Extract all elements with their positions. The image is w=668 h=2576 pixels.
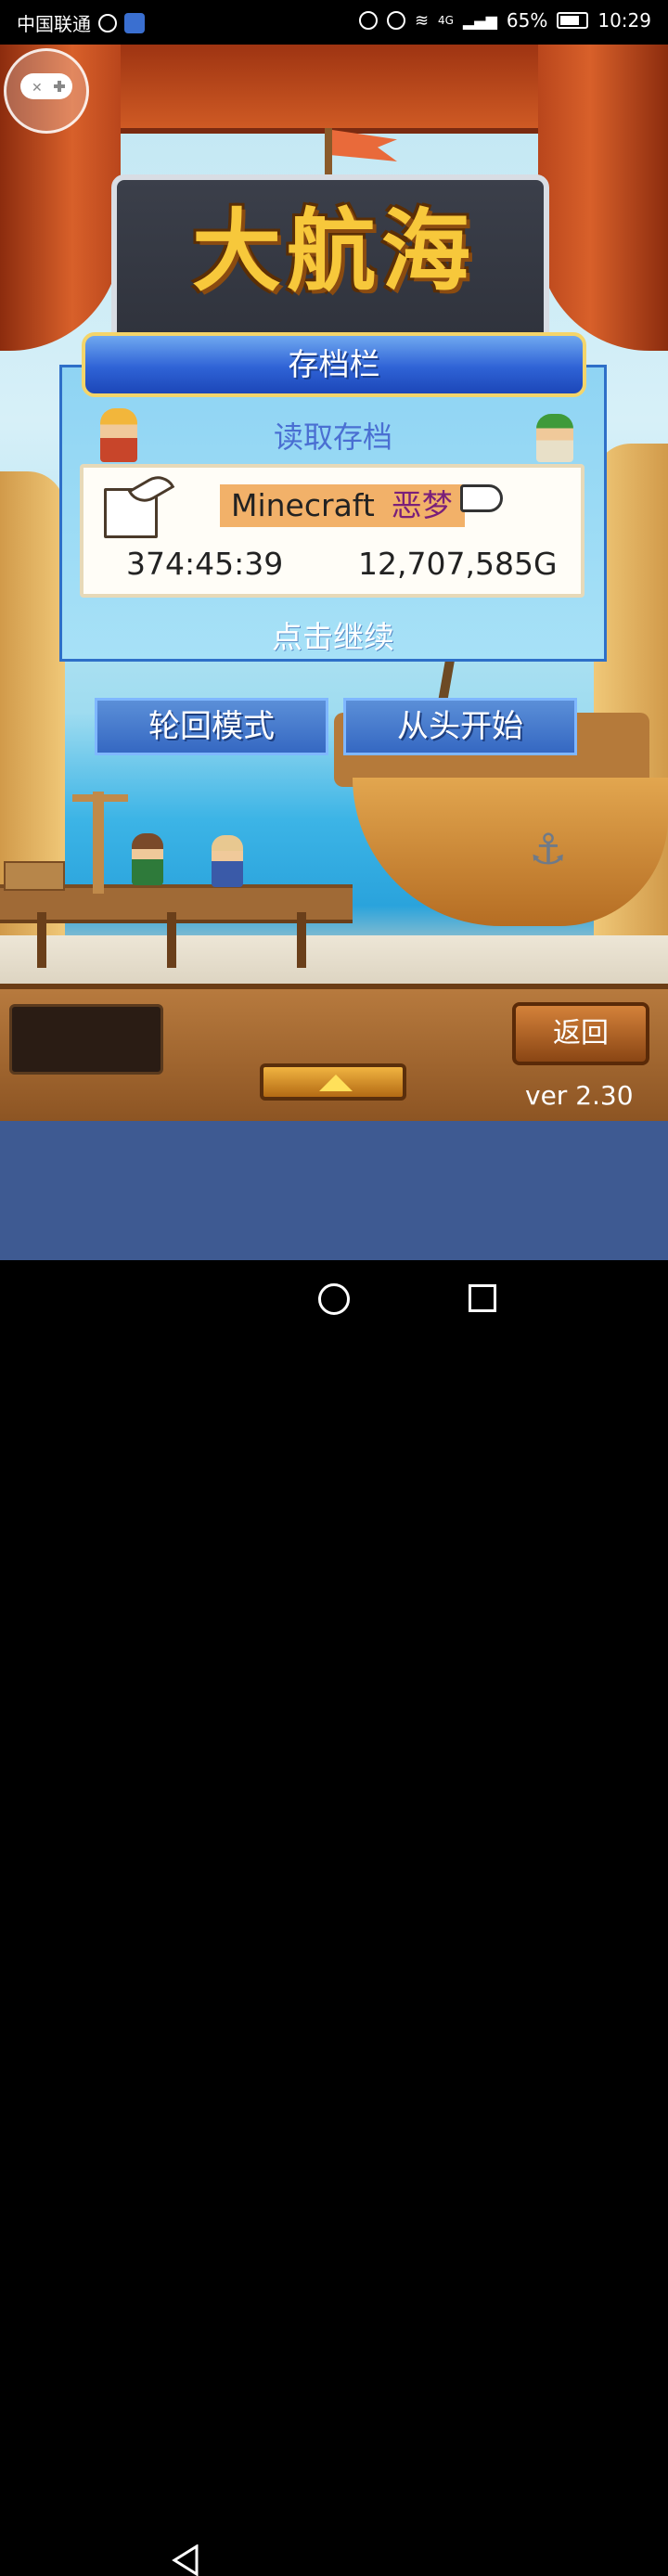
save-gold-amount: 12,707,585 xyxy=(358,546,533,582)
dock-post xyxy=(297,912,306,968)
back-icon[interactable] xyxy=(171,2544,200,2576)
save-gold-unit: G xyxy=(533,546,558,582)
pointing-hand-icon xyxy=(460,484,503,512)
version-label: ver 2.30 xyxy=(525,1080,634,1111)
dock-lamp-bar xyxy=(72,794,128,802)
arrow-up-icon xyxy=(319,1075,353,1091)
alarm-icon xyxy=(358,11,378,30)
svg-text:✕: ✕ xyxy=(32,81,43,96)
save-slot-difficulty: 恶梦 xyxy=(391,487,453,523)
gamepad-icon: ✕ xyxy=(20,73,72,99)
home-icon[interactable] xyxy=(318,1283,350,1315)
save-slot-name: Minecraft xyxy=(231,487,375,523)
letterbox-area xyxy=(0,1121,668,1260)
app-notification-icon xyxy=(124,12,145,33)
game-scene[interactable]: 大航海 ⚓ ✕ 存档栏 读取存档 Minecraft 恶梦 374:45:39 1… xyxy=(0,45,668,1121)
wifi-icon: ≋ xyxy=(414,10,430,31)
load-save-label: 读取存档 xyxy=(273,419,392,455)
dock-post xyxy=(37,912,46,968)
info-box xyxy=(9,1004,163,1075)
signal-label: 4G xyxy=(438,14,454,27)
status-bar: 中国联通 ≋ 4G ▂▄▆ 65% 10:29 xyxy=(0,0,668,45)
clock: 10:29 xyxy=(597,9,651,32)
gamepad-button[interactable]: ✕ xyxy=(4,48,89,134)
flag xyxy=(332,130,397,161)
recent-apps-icon[interactable] xyxy=(469,1284,496,1312)
eye-icon xyxy=(386,11,405,30)
rebirth-mode-button[interactable]: 轮回模式 xyxy=(95,698,328,755)
anchor-icon: ⚓ xyxy=(529,824,568,874)
character-axeman xyxy=(212,835,243,887)
ship-hull xyxy=(353,778,668,926)
tap-to-continue[interactable]: 点击继续 xyxy=(59,612,607,657)
battery-label: 65% xyxy=(506,9,548,32)
new-game-button[interactable]: 从头开始 xyxy=(343,698,577,755)
dock-lamp-post xyxy=(93,792,104,894)
expand-up-button[interactable] xyxy=(260,1063,406,1101)
carrier-label: 中国联通 xyxy=(17,13,91,35)
crates xyxy=(4,861,65,891)
back-button[interactable]: 返回 xyxy=(512,1002,649,1065)
curtain-right xyxy=(538,45,668,351)
save-play-time: 374:45:39 xyxy=(126,546,284,582)
alarm-clock-icon xyxy=(98,13,117,32)
save-gold: 12,707,585G xyxy=(358,546,558,582)
signal-icon: ▂▄▆ xyxy=(462,11,497,30)
save-dialog-title: 存档栏 xyxy=(288,346,380,382)
title-logo: 大航海 xyxy=(192,199,476,303)
status-bar-left: 中国联通 xyxy=(17,9,145,36)
save-name: Minecraft 恶梦 xyxy=(231,484,453,527)
dock-post xyxy=(167,912,176,968)
character-archer xyxy=(132,833,163,885)
status-bar-right: ≋ 4G ▂▄▆ 65% 10:29 xyxy=(358,9,651,32)
battery-icon xyxy=(557,12,589,29)
